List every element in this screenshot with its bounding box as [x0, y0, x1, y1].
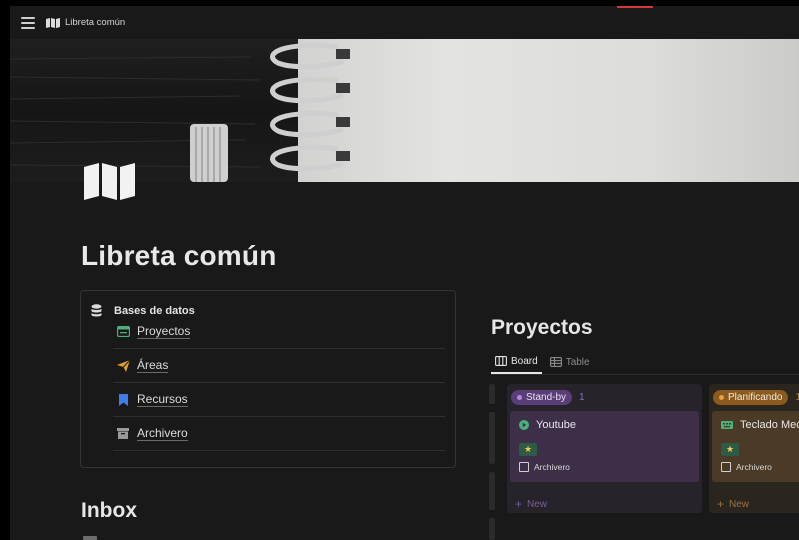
bookmark-icon — [116, 393, 130, 406]
database-link-archivero[interactable]: Archivero — [113, 417, 445, 451]
card-property: Archivero — [721, 462, 772, 472]
page-frame: Libreta común Libreta común Bases de dat… — [10, 6, 799, 540]
keyboard-icon — [721, 421, 733, 429]
cover-notebook-page — [298, 39, 799, 182]
board-card[interactable]: Teclado Mecánico ★ Archivero — [712, 411, 799, 482]
database-link-recursos[interactable]: Recursos — [113, 383, 445, 417]
cover-image[interactable] — [10, 39, 799, 182]
database-link-label: Recursos — [137, 392, 188, 407]
plus-icon: + — [515, 497, 523, 511]
tab-table-label: Table — [565, 356, 590, 368]
checkbox[interactable] — [721, 462, 731, 472]
card-property-label: Archivero — [534, 462, 570, 472]
tab-table[interactable]: Table — [546, 350, 594, 374]
top-accent-mark — [617, 6, 653, 8]
card-title: Teclado Mecánico — [721, 419, 799, 431]
card-title-label: Teclado Mecánico — [740, 419, 799, 431]
paper-plane-icon — [116, 359, 130, 372]
card-property-label: Archivero — [736, 462, 772, 472]
page-title[interactable]: Libreta común — [81, 240, 277, 272]
book-icon[interactable] — [84, 163, 136, 200]
column-count: 1 — [579, 392, 585, 403]
archive-box-icon — [116, 428, 130, 440]
breadcrumb-label: Libreta común — [65, 17, 126, 28]
projects-heading[interactable]: Proyectos — [491, 316, 593, 340]
board-card[interactable]: Youtube ★ Archivero — [510, 411, 699, 482]
play-circle-icon — [519, 420, 529, 430]
database-link-label: Proyectos — [137, 324, 191, 339]
board-column-standby: Stand-by 1 Youtube ★ Archivero + New — [507, 384, 702, 513]
table-view-icon — [549, 357, 562, 367]
hamburger-menu-icon[interactable] — [21, 16, 35, 29]
inbox-content-peek — [83, 536, 97, 540]
card-title-label: Youtube — [536, 419, 576, 431]
star-tag: ★ — [721, 443, 739, 456]
databases-card: Bases de datos Proyectos Áreas Recursos … — [80, 290, 456, 468]
tab-board[interactable]: Board — [491, 350, 542, 374]
status-badge[interactable]: Planificando — [713, 390, 789, 405]
database-link-label: Archivero — [137, 426, 188, 441]
plus-icon: + — [717, 497, 725, 511]
card-title: Youtube — [519, 419, 576, 431]
database-icon — [91, 304, 102, 317]
new-card-label: New — [729, 498, 750, 510]
board-view-icon — [495, 356, 507, 366]
status-badge[interactable]: Stand-by — [511, 390, 573, 405]
new-card-label: New — [527, 498, 548, 510]
tab-board-label: Board — [511, 355, 538, 367]
new-card-button[interactable]: + New — [717, 497, 749, 511]
checkbox[interactable] — [519, 462, 529, 472]
cover-spiral — [270, 42, 350, 172]
top-bar: Libreta común — [10, 6, 799, 39]
database-link-label: Áreas — [137, 358, 169, 373]
board-column-planificando: Planificando 1 Teclado Mecánico ★ Archiv… — [709, 384, 799, 513]
status-label: Planificando — [728, 392, 783, 403]
database-link-areas[interactable]: Áreas — [113, 349, 445, 383]
book-icon — [46, 17, 60, 28]
status-label: Stand-by — [526, 392, 567, 403]
database-link-proyectos[interactable]: Proyectos — [113, 315, 445, 349]
inbox-heading[interactable]: Inbox — [81, 499, 137, 523]
column-count: 1 — [795, 392, 799, 403]
new-card-button[interactable]: + New — [515, 497, 547, 511]
tabs-divider — [491, 374, 799, 375]
column-header[interactable]: Planificando 1 — [713, 390, 799, 405]
card-property: Archivero — [519, 462, 570, 472]
breadcrumb[interactable]: Libreta común — [46, 17, 125, 28]
view-tabs: Board Table — [491, 350, 594, 374]
star-tag: ★ — [519, 443, 537, 456]
calendar-icon — [116, 326, 130, 338]
column-header[interactable]: Stand-by 1 — [511, 390, 585, 405]
board-hidden-column-strip — [489, 384, 495, 540]
